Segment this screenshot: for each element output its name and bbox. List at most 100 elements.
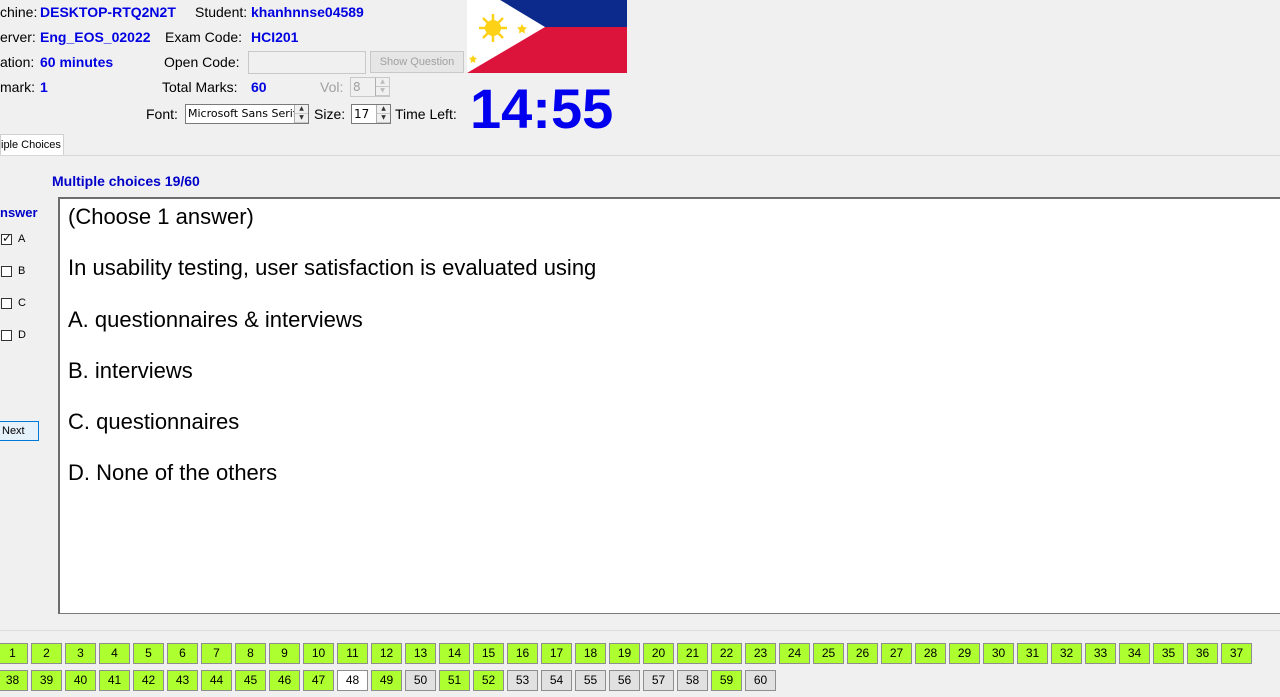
question-nav-button[interactable]: 21 (677, 643, 708, 664)
size-stepper[interactable]: 17 ▲ ▼ (351, 104, 391, 124)
question-nav-button[interactable]: 31 (1017, 643, 1048, 664)
question-nav-button[interactable]: 60 (745, 670, 776, 691)
question-nav-button[interactable]: 48 (337, 670, 368, 691)
answer-option-b[interactable]: B (1, 265, 25, 277)
question-nav-button[interactable]: 28 (915, 643, 946, 664)
spin-down-icon[interactable]: ▼ (295, 114, 308, 123)
question-nav-button[interactable]: 45 (235, 670, 266, 691)
question-nav-button[interactable]: 53 (507, 670, 538, 691)
question-nav-button[interactable]: 11 (337, 643, 368, 664)
checkbox-icon[interactable] (1, 265, 12, 277)
machine-label: chine: (0, 4, 38, 20)
duration-value: 60 minutes (40, 54, 114, 70)
question-nav-button[interactable]: 1 (0, 643, 28, 664)
checkbox-icon[interactable] (1, 329, 12, 341)
question-nav-button[interactable]: 47 (303, 670, 334, 691)
question-nav-button[interactable]: 10 (303, 643, 334, 664)
spin-up-icon[interactable]: ▲ (377, 105, 390, 114)
question-nav-button[interactable]: 54 (541, 670, 572, 691)
spin-down-icon[interactable]: ▼ (377, 114, 390, 123)
next-button[interactable]: Next (0, 421, 39, 441)
navigator-divider (0, 630, 1280, 631)
question-text-area[interactable]: (Choose 1 answer) In usability testing, … (58, 197, 1280, 614)
vol-stepper[interactable]: 8 ▲ ▼ (350, 77, 390, 97)
question-nav-button[interactable]: 42 (133, 670, 164, 691)
countdown-timer: 14:55 (470, 77, 614, 140)
open-code-input[interactable] (248, 51, 366, 74)
font-value: Microsoft Sans Serif (188, 107, 297, 120)
question-nav-button[interactable]: 2 (31, 643, 62, 664)
question-nav-button[interactable]: 50 (405, 670, 436, 691)
question-nav-button[interactable]: 5 (133, 643, 164, 664)
spin-up-icon[interactable]: ▲ (376, 78, 389, 87)
question-nav-button[interactable]: 25 (813, 643, 844, 664)
option-label: A (18, 233, 26, 245)
total-marks-value: 60 (251, 79, 267, 95)
question-nav-button[interactable]: 12 (371, 643, 402, 664)
answer-heading: nswer (0, 205, 38, 220)
question-nav-button[interactable]: 27 (881, 643, 912, 664)
question-nav-button[interactable]: 18 (575, 643, 606, 664)
mark-value: 1 (40, 79, 48, 95)
question-nav-button[interactable]: 4 (99, 643, 130, 664)
question-nav-button[interactable]: 23 (745, 643, 776, 664)
question-nav-button[interactable]: 40 (65, 670, 96, 691)
question-nav-button[interactable]: 22 (711, 643, 742, 664)
question-nav-button[interactable]: 57 (643, 670, 674, 691)
question-nav-button[interactable]: 30 (983, 643, 1014, 664)
question-nav-button[interactable]: 19 (609, 643, 640, 664)
mark-label: mark: (0, 79, 35, 95)
question-nav-button[interactable]: 16 (507, 643, 538, 664)
spin-up-icon[interactable]: ▲ (295, 105, 308, 114)
question-nav-button[interactable]: 52 (473, 670, 504, 691)
question-nav-button[interactable]: 20 (643, 643, 674, 664)
tab-multiple-choices[interactable]: iple Choices (0, 134, 64, 156)
question-nav-button[interactable]: 36 (1187, 643, 1218, 664)
question-nav-button[interactable]: 46 (269, 670, 300, 691)
question-nav-button[interactable]: 49 (371, 670, 402, 691)
question-nav-button[interactable]: 32 (1051, 643, 1082, 664)
question-nav-button[interactable]: 8 (235, 643, 266, 664)
question-nav-button[interactable]: 7 (201, 643, 232, 664)
question-nav-button[interactable]: 17 (541, 643, 572, 664)
size-label: Size: (314, 106, 346, 122)
question-nav-button[interactable]: 39 (31, 670, 62, 691)
question-nav-button[interactable]: 15 (473, 643, 504, 664)
question-nav-button[interactable]: 56 (609, 670, 640, 691)
question-nav-button[interactable]: 38 (0, 670, 28, 691)
question-nav-button[interactable]: 6 (167, 643, 198, 664)
spin-down-icon[interactable]: ▼ (376, 87, 389, 96)
question-nav-button[interactable]: 55 (575, 670, 606, 691)
vol-label: Vol: (320, 79, 344, 95)
question-nav-button[interactable]: 34 (1119, 643, 1150, 664)
checkbox-checked-icon[interactable]: ✓ (1, 231, 12, 245)
question-nav-button[interactable]: 35 (1153, 643, 1184, 664)
option-label: D (18, 329, 26, 341)
question-nav-button[interactable]: 9 (269, 643, 300, 664)
font-selector[interactable]: Microsoft Sans Serif ▲ ▼ (185, 104, 309, 124)
question-nav-button[interactable]: 59 (711, 670, 742, 691)
question-nav-button[interactable]: 3 (65, 643, 96, 664)
question-nav-button[interactable]: 26 (847, 643, 878, 664)
server-value: Eng_EOS_02022 (40, 29, 151, 45)
question-nav-button[interactable]: 33 (1085, 643, 1116, 664)
question-nav-button[interactable]: 29 (949, 643, 980, 664)
question-nav-button[interactable]: 13 (405, 643, 436, 664)
question-nav-button[interactable]: 37 (1221, 643, 1252, 664)
question-instruction: (Choose 1 answer) (68, 204, 254, 229)
checkbox-icon[interactable] (1, 297, 12, 309)
question-nav-button[interactable]: 51 (439, 670, 470, 691)
tab-divider (0, 155, 1280, 156)
question-choice-b: B. interviews (68, 358, 193, 383)
answer-option-a[interactable]: ✓ A (1, 231, 26, 245)
question-nav-button[interactable]: 14 (439, 643, 470, 664)
question-nav-button[interactable]: 24 (779, 643, 810, 664)
answer-option-d[interactable]: D (1, 329, 26, 341)
answer-option-c[interactable]: C (1, 297, 26, 309)
question-nav-button[interactable]: 44 (201, 670, 232, 691)
question-nav-button[interactable]: 58 (677, 670, 708, 691)
question-nav-button[interactable]: 43 (167, 670, 198, 691)
question-nav-button[interactable]: 41 (99, 670, 130, 691)
vol-value: 8 (353, 80, 361, 94)
show-question-button[interactable]: Show Question (370, 51, 464, 73)
